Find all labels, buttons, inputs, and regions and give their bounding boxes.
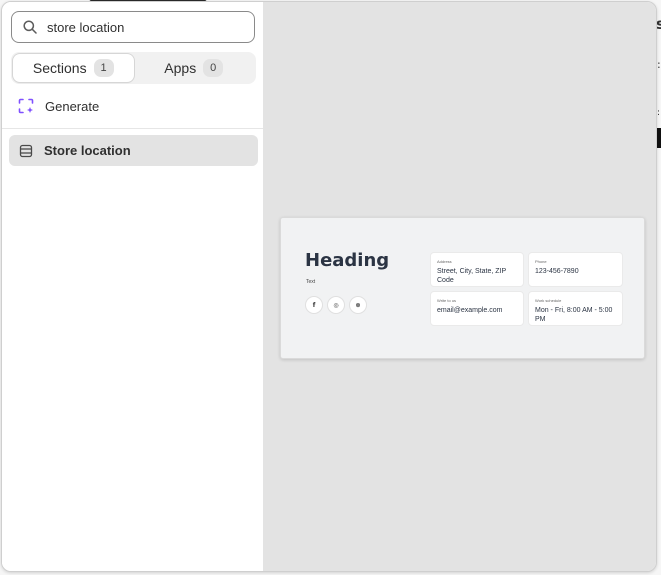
- sparkle-frame-icon: [18, 98, 34, 114]
- address-value: Street, City, State, ZIP Code: [437, 268, 506, 284]
- background-bar-fragment: [657, 128, 661, 148]
- generate-label: Generate: [45, 98, 100, 114]
- address-label: Address: [437, 259, 452, 264]
- facebook-icon: f: [305, 296, 323, 314]
- picker-tabs: Sections 1 Apps 0: [11, 52, 256, 84]
- preview-social-icons: f ◎ ⊗: [305, 296, 367, 314]
- background-text-fragment: :: [657, 108, 661, 118]
- preview-heading: Heading: [305, 250, 390, 271]
- picker-sidebar: Sections 1 Apps 0 Generate Store locatio…: [2, 2, 263, 571]
- hours-box: Work schedule Mon - Fri, 8:00 AM - 5:00 …: [528, 291, 623, 326]
- search-box[interactable]: [11, 11, 255, 43]
- tab-sections[interactable]: Sections 1: [13, 54, 134, 82]
- email-value: email@example.com: [437, 307, 503, 314]
- phone-label: Phone: [535, 259, 547, 264]
- result-item-store-location[interactable]: Store location: [9, 135, 258, 166]
- hours-label: Work schedule: [535, 298, 562, 303]
- result-item-label: Store location: [44, 143, 131, 158]
- pinterest-icon: ⊗: [349, 296, 367, 314]
- section-layout-icon: [19, 144, 33, 157]
- tab-apps[interactable]: Apps 0: [134, 54, 255, 82]
- tab-apps-count: 0: [203, 59, 224, 77]
- tab-sections-count: 1: [93, 59, 114, 77]
- email-box: Write to us email@example.com: [430, 291, 524, 326]
- tab-apps-label: Apps: [164, 60, 197, 76]
- address-box: Address Street, City, State, ZIP Code: [430, 252, 524, 287]
- background-text-fragment: :: [657, 58, 661, 71]
- instagram-icon: ◎: [327, 296, 345, 314]
- preview-pane: Heading Text f ◎ ⊗ Address Street, City,…: [263, 2, 656, 571]
- phone-value: 123-456-7890: [535, 268, 579, 275]
- search-input[interactable]: [47, 19, 237, 35]
- phone-box: Phone 123-456-7890: [528, 252, 623, 287]
- section-preview-card: Heading Text f ◎ ⊗ Address Street, City,…: [280, 217, 645, 359]
- divider: [2, 128, 263, 129]
- preview-subtext: Text: [306, 279, 316, 285]
- email-label: Write to us: [437, 298, 457, 303]
- section-picker-modal: Sections 1 Apps 0 Generate Store locatio…: [1, 1, 657, 572]
- tab-sections-label: Sections: [32, 60, 87, 76]
- hours-value: Mon - Fri, 8:00 AM - 5:00 PM: [535, 307, 613, 323]
- search-icon: [23, 20, 37, 34]
- generate-button[interactable]: Generate: [11, 93, 256, 119]
